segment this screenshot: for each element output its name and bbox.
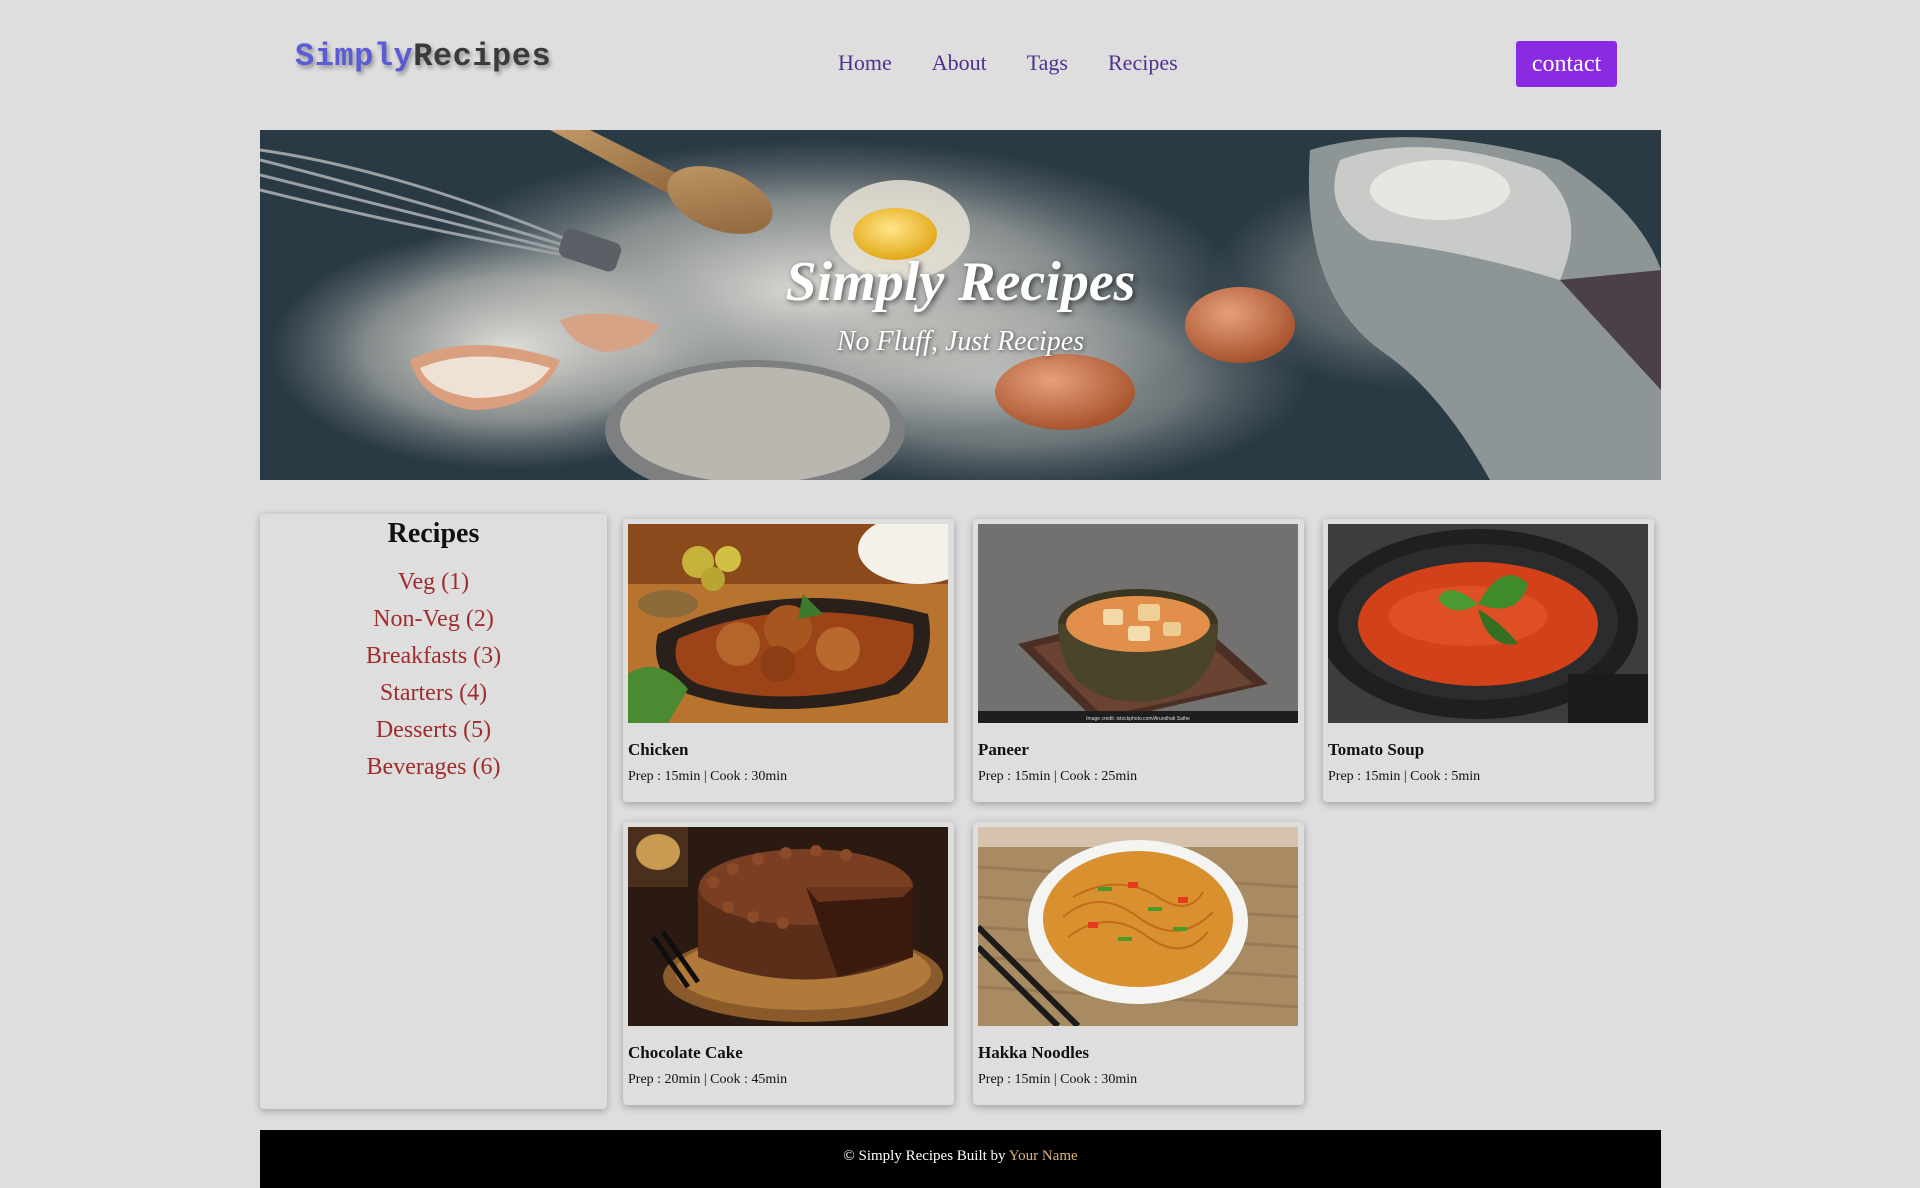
contact-button[interactable]: contact <box>1516 41 1617 87</box>
tomato-soup-image <box>1328 524 1648 723</box>
recipe-name: Tomato Soup <box>1328 740 1425 759</box>
nav-recipes-link[interactable]: Recipes <box>1108 50 1178 76</box>
footer-text: © Simply Recipes Built by Your Name <box>260 1148 1661 1165</box>
category-link-desserts[interactable]: Desserts (5) <box>376 717 491 743</box>
paneer-curry-image: Image credit: istockphoto.com/Arundhati … <box>978 524 1298 723</box>
nav-home-link[interactable]: Home <box>838 50 892 76</box>
nav-tags-link[interactable]: Tags <box>1027 50 1068 76</box>
category-item: Non-Veg (2) <box>260 601 607 638</box>
recipe-name: Hakka Noodles <box>978 1043 1089 1062</box>
nav-about-link[interactable]: About <box>932 50 987 76</box>
recipe-card-tomato-soup[interactable]: Tomato Soup Prep : 15min | Cook : 5min <box>1323 519 1654 802</box>
brand-logo-part2: Recipes <box>413 38 552 75</box>
site-header: SimplyRecipes Home About Tags Recipes co… <box>0 0 1920 128</box>
hero-banner: Simply Recipes No Fluff, Just Recipes <box>260 130 1661 480</box>
chicken-curry-image <box>628 524 948 723</box>
image-credit-text: Image credit: istockphoto.com/Arundhati … <box>1086 716 1190 722</box>
recipe-card-paneer[interactable]: Image credit: istockphoto.com/Arundhati … <box>973 519 1304 802</box>
footer-copyright: © Simply Recipes Built by <box>843 1148 1006 1164</box>
recipe-times: Prep : 15min | Cook : 30min <box>978 1072 1138 1087</box>
recipe-card-chicken[interactable]: Chicken Prep : 15min | Cook : 30min <box>623 519 954 802</box>
category-item: Starters (4) <box>260 675 607 712</box>
recipe-name: Paneer <box>978 740 1029 759</box>
category-link-veg[interactable]: Veg (1) <box>398 569 469 595</box>
category-link-breakfasts[interactable]: Breakfasts (3) <box>366 643 501 669</box>
category-item: Beverages (6) <box>260 749 607 786</box>
recipe-card-hakka-noodles[interactable]: Hakka Noodles Prep : 15min | Cook : 30mi… <box>973 822 1304 1105</box>
hero-subtitle: No Fluff, Just Recipes <box>836 326 1085 357</box>
category-item: Breakfasts (3) <box>260 638 607 675</box>
brand-logo-part1: Simply <box>295 38 414 75</box>
hero-text-block: Simply Recipes No Fluff, Just Recipes <box>260 130 1661 480</box>
recipe-times: Prep : 15min | Cook : 5min <box>1328 769 1481 784</box>
category-item: Veg (1) <box>260 564 607 601</box>
main-nav: Home About Tags Recipes <box>838 50 1178 76</box>
recipe-name: Chicken <box>628 740 689 759</box>
category-link-starters[interactable]: Starters (4) <box>380 680 487 706</box>
category-link-non-veg[interactable]: Non-Veg (2) <box>373 606 494 632</box>
footer-author-link[interactable]: Your Name <box>1009 1148 1078 1164</box>
brand-logo[interactable]: SimplyRecipes <box>295 38 551 75</box>
site-footer: © Simply Recipes Built by Your Name <box>260 1130 1661 1188</box>
recipe-times: Prep : 15min | Cook : 30min <box>628 769 788 784</box>
recipe-name: Chocolate Cake <box>628 1043 743 1062</box>
chocolate-cake-image <box>628 827 948 1026</box>
recipe-card-chocolate-cake[interactable]: Chocolate Cake Prep : 20min | Cook : 45m… <box>623 822 954 1105</box>
category-item: Desserts (5) <box>260 712 607 749</box>
recipe-times: Prep : 15min | Cook : 25min <box>978 769 1138 784</box>
hero-title: Simply Recipes <box>785 251 1136 313</box>
sidebar-title: Recipes <box>387 518 480 549</box>
category-list: Veg (1) Non-Veg (2) Breakfasts (3) Start… <box>260 564 607 786</box>
hakka-noodles-image <box>978 827 1298 1026</box>
recipe-times: Prep : 20min | Cook : 45min <box>628 1072 788 1087</box>
category-link-beverages[interactable]: Beverages (6) <box>367 754 501 780</box>
recipes-sidebar: Recipes Veg (1) Non-Veg (2) Breakfasts (… <box>260 514 607 1109</box>
